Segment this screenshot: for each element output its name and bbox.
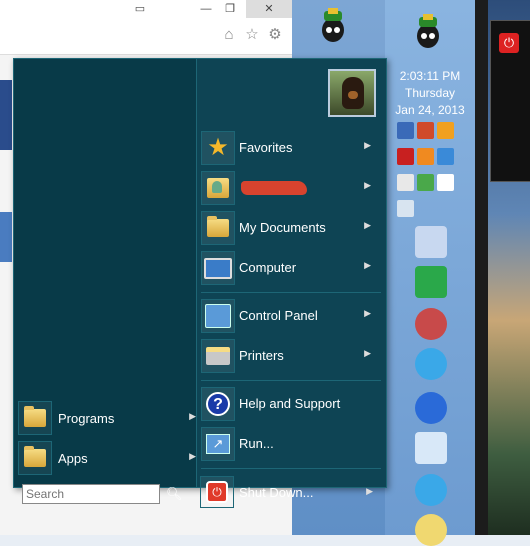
chevron-right-icon: ▶ (364, 220, 371, 230)
tray-app-icon[interactable] (417, 174, 434, 191)
clock-date: Jan 24, 2013 (395, 103, 465, 117)
start-item-label: My Documents (239, 220, 326, 235)
h-app-icon[interactable] (415, 266, 447, 298)
tray-app-icon[interactable] (437, 148, 454, 165)
magnifier-icon[interactable] (415, 432, 447, 464)
start-item-user[interactable]: ▶ (201, 169, 383, 207)
tray-app-icon[interactable] (397, 174, 414, 191)
tray-app-icon[interactable] (437, 122, 454, 139)
chevron-right-icon: ▶ (364, 180, 371, 190)
programs-folder-icon (18, 401, 52, 435)
chevron-right-icon: ▶ (366, 486, 373, 496)
redacted-username (241, 181, 307, 195)
tray-app-icon[interactable] (417, 148, 434, 165)
start-menu: Programs ▶ Apps ▶ ★ Favorites ▶ ▶ My Doc… (13, 58, 387, 504)
favorites-star-icon[interactable]: ☆ (243, 26, 261, 44)
start-item-run[interactable]: ↗ Run... (201, 425, 383, 463)
network-icon[interactable] (397, 200, 414, 217)
clock-time: 2:03:11 PM (399, 69, 461, 83)
browser-toolbar: ⌂ ☆ ⚙ (0, 18, 292, 55)
marvin-mascot-icon[interactable] (318, 8, 348, 44)
tray-app-icon[interactable] (417, 122, 434, 139)
apps-folder-icon (18, 441, 52, 475)
chevron-right-icon: ▶ (189, 411, 196, 421)
search-input[interactable] (22, 484, 160, 504)
marvin-mascot-icon[interactable] (413, 14, 443, 50)
help-icon: ? (201, 387, 235, 421)
clock-day: Thursday (404, 86, 456, 100)
start-item-label: Apps (58, 451, 88, 466)
tray-app-icon[interactable] (397, 122, 414, 139)
power-icon[interactable]: ⏻ (499, 33, 519, 53)
chevron-right-icon: ▶ (364, 348, 371, 358)
tray-app-icon[interactable] (397, 148, 414, 165)
malwarebytes-icon[interactable] (415, 348, 447, 380)
start-item-label: Help and Support (239, 396, 341, 411)
page-banner-secondary (0, 212, 12, 262)
minimize-button[interactable]: — (196, 0, 216, 18)
start-item-label: Run... (239, 436, 274, 451)
internet-explorer-icon[interactable] (415, 392, 447, 424)
start-menu-right-pane: ★ Favorites ▶ ▶ My Documents ▶ Computer … (197, 59, 386, 487)
flag-icon[interactable] (437, 174, 454, 191)
notification-area (397, 122, 467, 226)
menu-divider (201, 292, 381, 293)
user-folder-icon (201, 171, 235, 205)
start-item-my-documents[interactable]: My Documents ▶ (201, 209, 383, 247)
home-icon[interactable]: ⌂ (220, 26, 238, 44)
start-item-control-panel[interactable]: Control Panel ▶ (201, 297, 383, 335)
search-icon[interactable]: 🔍︎ (166, 486, 183, 502)
start-item-apps[interactable]: Apps ▶ (18, 441, 196, 477)
restore-icon[interactable]: ▭ (125, 0, 155, 18)
browser-titlebar: ▭ — ❐ ✕ (0, 0, 292, 18)
start-item-label: Favorites (239, 140, 293, 155)
printer-icon (201, 339, 235, 373)
run-icon: ↗ (201, 427, 235, 461)
gear-icon[interactable]: ⚙ (266, 26, 284, 44)
side-window: ⏻ (475, 0, 530, 535)
start-item-label: Shut Down... (239, 485, 314, 500)
start-item-label: Printers (239, 348, 284, 363)
chevron-right-icon: ▶ (364, 308, 371, 318)
clock[interactable]: 2:03:11 PM Thursday Jan 24, 2013 (385, 68, 475, 119)
start-item-help[interactable]: ? Help and Support (201, 385, 383, 423)
start-menu-left-pane: Programs ▶ Apps ▶ (14, 59, 197, 487)
shutdown-icon: ⏻ (200, 476, 234, 508)
taskbar-tray: 2:03:11 PM Thursday Jan 24, 2013 (385, 0, 475, 546)
file-explorer-icon[interactable] (415, 226, 447, 258)
user-avatar[interactable] (328, 69, 376, 117)
chevron-right-icon: ▶ (189, 451, 196, 461)
maximize-button[interactable]: ❐ (220, 0, 240, 18)
search-app-icon[interactable] (415, 308, 447, 340)
start-item-printers[interactable]: Printers ▶ (201, 337, 383, 375)
chevron-right-icon: ▶ (364, 260, 371, 270)
side-app-window: ⏻ (490, 20, 530, 182)
start-item-programs[interactable]: Programs ▶ (18, 401, 196, 437)
start-item-label: Programs (58, 411, 115, 426)
app-icon[interactable] (415, 514, 447, 546)
control-panel-icon (201, 299, 235, 333)
start-item-label: Computer (239, 260, 297, 275)
close-button[interactable]: ✕ (246, 0, 292, 18)
menu-divider (201, 380, 381, 381)
star-icon: ★ (201, 131, 235, 165)
computer-icon (201, 251, 235, 285)
page-banner (0, 80, 12, 150)
start-item-favorites[interactable]: ★ Favorites ▶ (201, 129, 383, 167)
folder-icon (201, 211, 235, 245)
network-app-icon[interactable] (415, 474, 447, 506)
start-item-computer[interactable]: Computer ▶ (201, 249, 383, 287)
shutdown-row[interactable]: ⏻ Shut Down... ▶ (200, 476, 385, 510)
menu-divider (201, 468, 381, 469)
start-item-label: Control Panel (239, 308, 318, 323)
chevron-right-icon: ▶ (364, 140, 371, 150)
